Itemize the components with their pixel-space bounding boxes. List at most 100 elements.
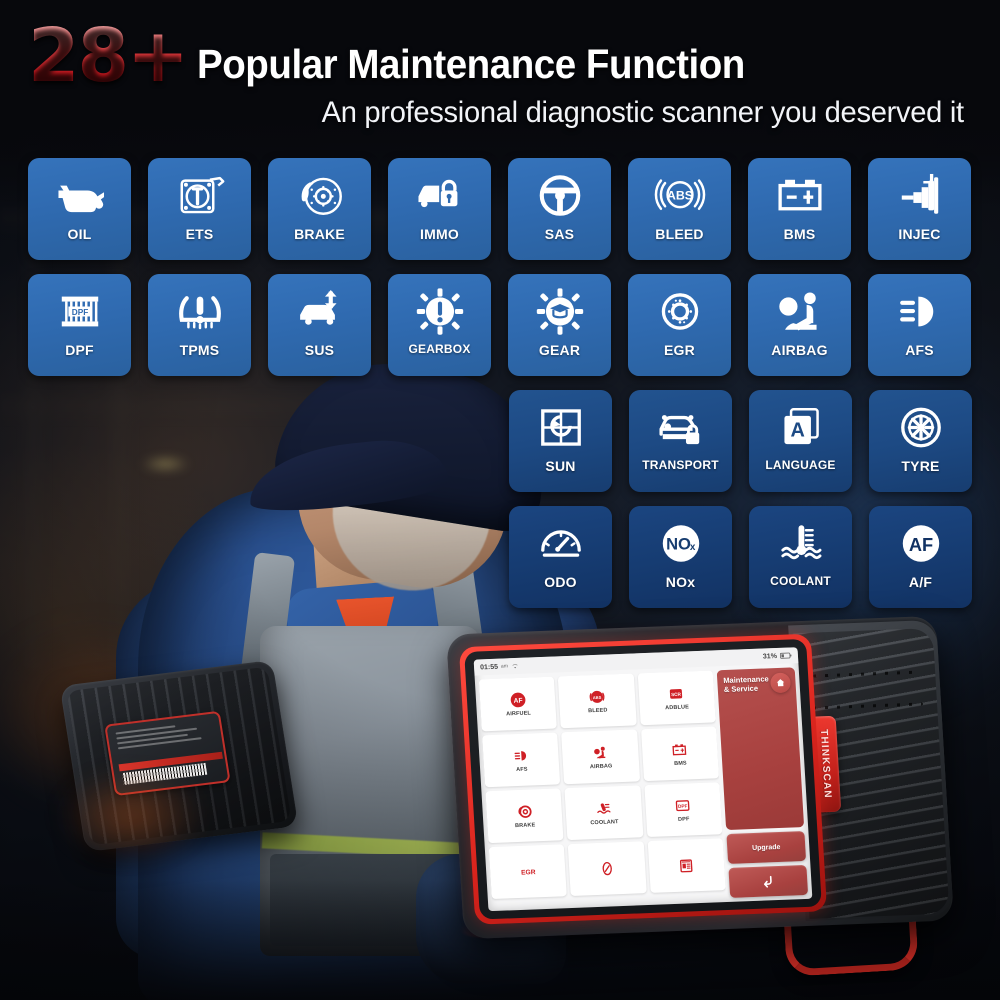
svg-text:A: A [790, 420, 804, 442]
screen-function-adblue[interactable]: SCR ADBLUE [637, 670, 716, 726]
svg-text:DPF: DPF [71, 308, 88, 317]
tile-row: ODO NO x NOx COOLANT AF A/F [0, 506, 1000, 608]
screen-function-dpf[interactable]: DPF DPF [644, 782, 723, 838]
function-tile-label: SAS [544, 226, 575, 242]
screen-function-bleed[interactable]: ABS BLEED [558, 673, 637, 729]
function-tile-label: TPMS [179, 342, 220, 358]
airbag-seat-icon [592, 744, 609, 761]
function-tile-afs[interactable]: AFS [868, 274, 971, 376]
function-tile-label: TRANSPORT [642, 458, 719, 472]
function-tile-airbag[interactable]: AIRBAG [748, 274, 851, 376]
function-tile-dpf[interactable]: DPF DPF [28, 274, 131, 376]
function-tile-label: COOLANT [770, 574, 831, 588]
coolant-temp-icon [773, 517, 829, 570]
screen-function-bms[interactable]: BMS [640, 726, 720, 782]
odometer-icon [533, 517, 589, 570]
function-tile-sun[interactable]: SUN [509, 390, 612, 492]
tile-row: OIL ETS BRAKE IMMO SAS ABS BLEED BMS INJEC [0, 158, 1000, 260]
abs-bleed-icon: ABS [652, 169, 708, 222]
headlight-icon [513, 747, 530, 764]
battery-icon [772, 169, 828, 222]
function-tile-bms[interactable]: BMS [748, 158, 851, 260]
function-tile-immo[interactable]: IMMO [388, 158, 491, 260]
sunroof-icon [533, 401, 589, 454]
function-tile-egr[interactable]: EGR [628, 274, 731, 376]
steering-wheel-icon [532, 169, 588, 222]
function-tile-sus[interactable]: SUS [268, 274, 371, 376]
function-tile-injec[interactable]: INJEC [868, 158, 971, 260]
function-tile-label: LANGUAGE [765, 458, 836, 472]
function-tile-label: GEARBOX [408, 342, 471, 356]
tyre-pressure-icon [172, 285, 228, 338]
screen-function-item-10[interactable] [568, 841, 647, 897]
screen-function-label: AFS [515, 766, 528, 773]
tile-row: DPF DPF TPMS SUS GEARBOX GEAR EGR AIRBAG AFS [0, 274, 1000, 376]
abs-bleed-icon: ABS [589, 688, 606, 705]
function-tile-label: INJEC [898, 226, 941, 242]
screen-function-coolant[interactable]: COOLANT [564, 785, 644, 841]
screen-function-airfuel[interactable]: AF AIRFUEL [478, 676, 558, 732]
function-tile-brake[interactable]: BRAKE [268, 158, 371, 260]
function-tile-transport[interactable]: TRANSPORT [629, 390, 732, 492]
maintenance-service-panel[interactable]: Maintenance & Service [716, 667, 805, 831]
upgrade-button[interactable]: Upgrade [726, 831, 807, 864]
function-tile-label: TYRE [901, 458, 940, 474]
function-tile-language[interactable]: A LANGUAGE [749, 390, 852, 492]
svg-text:AF: AF [513, 697, 522, 704]
airbag-seat-icon [772, 285, 828, 338]
back-arrow-icon [763, 875, 772, 888]
function-tile-tpms[interactable]: TPMS [148, 274, 251, 376]
screen-function-label: COOLANT [590, 818, 619, 826]
function-tile-bleed[interactable]: ABS BLEED [628, 158, 731, 260]
screen-function-brake[interactable]: BRAKE [485, 788, 564, 844]
function-tile-label: EGR [664, 342, 695, 358]
home-icon [776, 679, 785, 687]
screen-function-airbag[interactable]: AIRBAG [561, 729, 640, 785]
function-tile-label: SUS [304, 342, 335, 358]
svg-text:AF: AF [908, 535, 932, 555]
function-tile-odo[interactable]: ODO [509, 506, 612, 608]
screen-function-afs[interactable]: AFS [482, 732, 561, 788]
function-tile-label: AFS [905, 342, 934, 358]
injector-icon [892, 169, 948, 222]
transport-mode-icon [653, 401, 709, 454]
function-tile-gearbox[interactable]: GEARBOX [388, 274, 491, 376]
device-screen[interactable]: 01:55 am 31% AF AIRFUEL ABS BLEED SCR AD… [473, 647, 813, 912]
diagnostic-scanner-device: THINKSCAN 01:55 am 31% AF AIRFUEL ABS BL… [446, 615, 1000, 1000]
function-tile-coolant[interactable]: COOLANT [749, 506, 852, 608]
page-subtitle: An professional diagnostic scanner you d… [321, 95, 965, 129]
function-list-grid: AF AIRFUEL ABS BLEED SCR ADBLUE AFS AIRBAG BMS BR… [478, 670, 726, 907]
function-tile-label: OIL [67, 226, 92, 242]
gear-warning-icon [412, 285, 468, 338]
coolant-temp-icon [595, 800, 612, 817]
page-title: Popular Maintenance Function [196, 40, 745, 87]
screen-function-label: BLEED [587, 707, 608, 714]
function-tile-label: NOx [665, 574, 696, 590]
header-title-row: 28+ Popular Maintenance Function [28, 19, 982, 93]
function-tile-label: ETS [185, 226, 214, 242]
screen-function-label: AIRBAG [589, 762, 613, 770]
status-time: 01:55 [479, 663, 499, 671]
function-tile-a-f[interactable]: AF A/F [869, 506, 972, 608]
function-tile-ets[interactable]: ETS [148, 158, 251, 260]
screen-function-egr[interactable]: EGR [488, 844, 568, 900]
back-button[interactable] [728, 864, 809, 898]
screen-function-label: AIRFUEL [505, 709, 532, 717]
function-tile-nox[interactable]: NO x NOx [629, 506, 732, 608]
screen-function-label: BRAKE [514, 821, 536, 829]
status-battery-percent: 31% [762, 652, 778, 661]
function-tile-tyre[interactable]: TYRE [869, 390, 972, 492]
home-button[interactable] [769, 672, 792, 694]
function-tile-oil[interactable]: OIL [28, 158, 131, 260]
svg-text:x: x [689, 542, 695, 553]
battery-icon [779, 652, 792, 659]
function-tile-gear[interactable]: GEAR [508, 274, 611, 376]
screen-side-panel: Maintenance & Service Upgrade [716, 667, 809, 898]
status-ampm: am [500, 663, 509, 670]
nox-sensor-icon: NO x [653, 517, 709, 570]
screen-function-item-11[interactable] [647, 838, 726, 893]
svg-text:DPF: DPF [678, 803, 688, 808]
air-fuel-icon: AF [893, 517, 949, 570]
svg-text:ABS: ABS [593, 694, 602, 699]
function-tile-sas[interactable]: SAS [508, 158, 611, 260]
